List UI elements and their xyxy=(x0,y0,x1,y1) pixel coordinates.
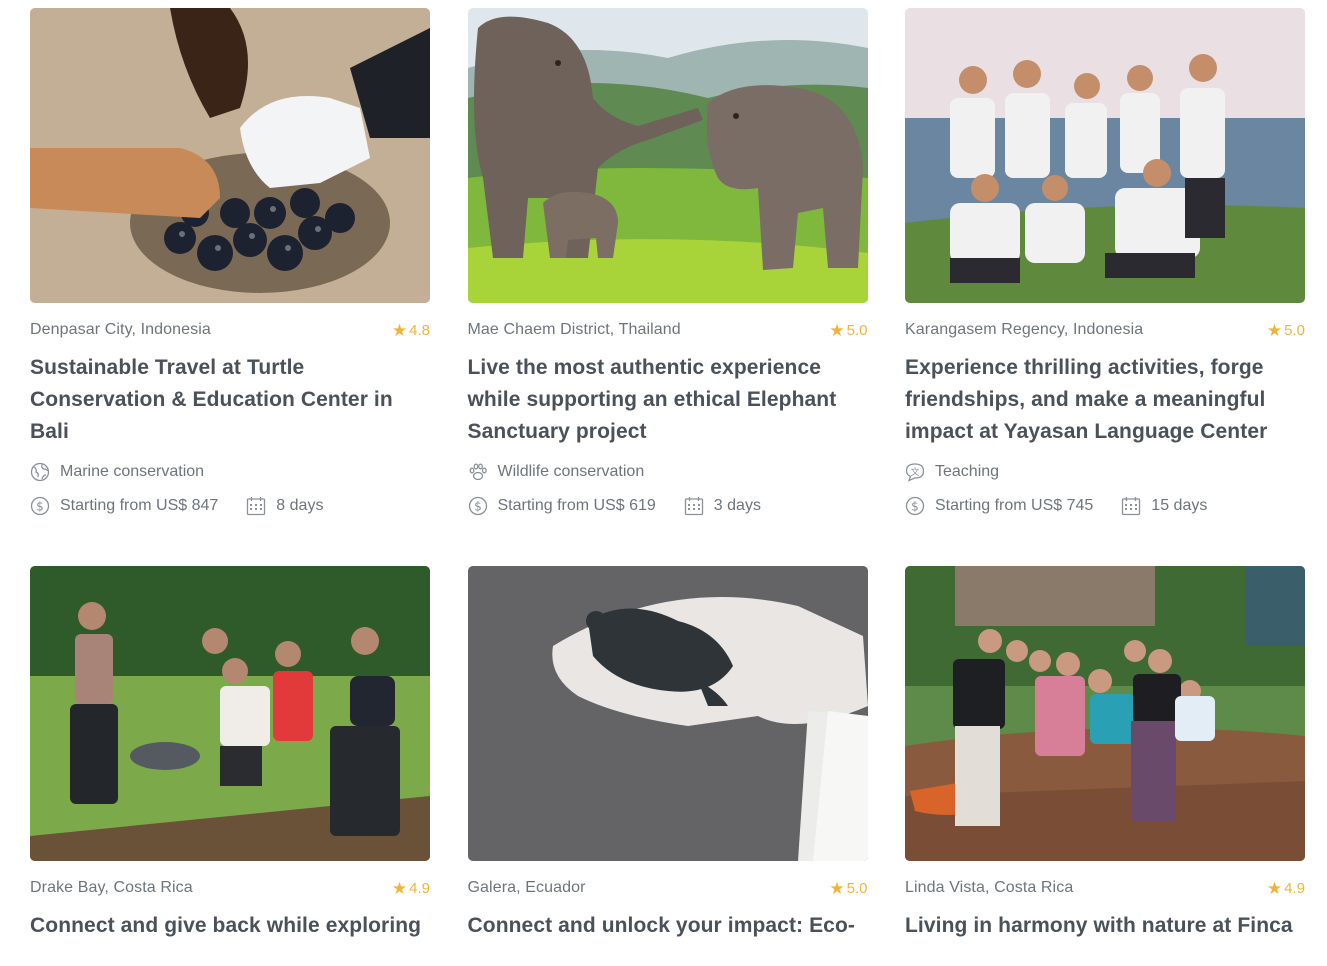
listing-card[interactable]: Karangasem Regency, Indonesia ★ 5.0 Expe… xyxy=(905,8,1305,566)
rating-value: 4.8 xyxy=(409,321,430,339)
listing-photo-turtle-eggs[interactable] xyxy=(30,8,430,303)
duration-label: 3 days xyxy=(713,497,761,514)
rating-value: 5.0 xyxy=(846,321,868,339)
listing-photo-volunteers-farm[interactable] xyxy=(30,566,430,861)
dollar-coin-icon: $ xyxy=(468,496,488,516)
duration-label: 15 days xyxy=(1151,497,1208,514)
listing-title[interactable]: Experience thrilling activities, forge f… xyxy=(905,352,1305,448)
duration-fact: 8 days xyxy=(246,496,323,516)
listing-title[interactable]: Connect and give back while exploring xyxy=(30,910,430,942)
duration-fact: 15 days xyxy=(1121,496,1207,516)
listing-category: Marine conservation xyxy=(30,462,430,482)
price-label: Starting from US$ 745 xyxy=(935,497,1094,514)
listing-rating: ★ 5.0 xyxy=(829,322,867,339)
star-icon: ★ xyxy=(829,878,845,898)
listing-location: Karangasem Regency, Indonesia xyxy=(905,321,1144,338)
rating-value: 5.0 xyxy=(846,879,868,897)
listing-rating: ★ 5.0 xyxy=(829,880,867,897)
rating-value: 4.9 xyxy=(1284,879,1305,897)
listing-card[interactable]: Linda Vista, Costa Rica ★ 4.9 Living in … xyxy=(905,566,1305,966)
listing-category: 文 Teaching xyxy=(905,462,1305,482)
calendar-icon xyxy=(1121,496,1141,516)
svg-text:文: 文 xyxy=(910,466,919,478)
rating-value: 5.0 xyxy=(1284,321,1305,339)
star-icon: ★ xyxy=(1266,878,1283,898)
dollar-coin-icon: $ xyxy=(905,496,925,516)
listing-title[interactable]: Sustainable Travel at Turtle Conservatio… xyxy=(30,352,430,448)
price-label: Starting from US$ 847 xyxy=(60,497,219,514)
listing-rating: ★ 4.9 xyxy=(392,880,430,897)
listing-rating: ★ 5.0 xyxy=(1267,322,1305,339)
listing-title[interactable]: Connect and unlock your impact: Eco- xyxy=(468,910,868,942)
calendar-icon xyxy=(246,496,266,516)
listing-title[interactable]: Living in harmony with nature at Finca xyxy=(905,910,1305,942)
listing-card[interactable]: Mae Chaem District, Thailand ★ 5.0 Live … xyxy=(467,8,868,566)
paw-icon xyxy=(468,462,488,482)
listing-location: Mae Chaem District, Thailand xyxy=(467,321,681,338)
listing-location: Denpasar City, Indonesia xyxy=(30,321,211,338)
rating-value: 4.9 xyxy=(409,879,430,897)
globe-icon xyxy=(30,462,50,482)
price-fact: $ Starting from US$ 847 xyxy=(30,496,218,516)
category-label: Marine conservation xyxy=(60,463,205,480)
listing-grid: Denpasar City, Indonesia ★ 4.8 Sustainab… xyxy=(30,8,1305,966)
price-fact: $ Starting from US$ 619 xyxy=(468,496,656,516)
listing-photo-elephants[interactable] xyxy=(467,8,868,303)
category-label: Teaching xyxy=(935,463,1000,480)
listing-title[interactable]: Live the most authentic experience while… xyxy=(468,352,868,448)
category-label: Wildlife conservation xyxy=(497,463,645,480)
listing-facts: $ Starting from US$ 745 15 days xyxy=(905,496,1305,516)
svg-text:$: $ xyxy=(911,500,919,514)
star-icon: ★ xyxy=(391,878,408,898)
price-fact: $ Starting from US$ 745 xyxy=(905,496,1093,516)
listing-photo-finca-group[interactable] xyxy=(905,566,1305,861)
listing-card[interactable]: Drake Bay, Costa Rica ★ 4.9 Connect and … xyxy=(30,566,430,966)
listing-card[interactable]: Galera, Ecuador ★ 5.0 Connect and unlock… xyxy=(467,566,868,966)
listing-rating: ★ 4.9 xyxy=(1267,880,1305,897)
calendar-icon xyxy=(684,496,704,516)
listing-location: Galera, Ecuador xyxy=(467,879,586,896)
chat-bubble-icon: 文 xyxy=(905,462,925,482)
star-icon: ★ xyxy=(1266,320,1283,340)
listing-card[interactable]: Denpasar City, Indonesia ★ 4.8 Sustainab… xyxy=(30,8,430,566)
star-icon: ★ xyxy=(391,320,408,340)
price-label: Starting from US$ 619 xyxy=(497,497,656,514)
listing-category: Wildlife conservation xyxy=(468,462,868,482)
listing-facts: $ Starting from US$ 847 8 days xyxy=(30,496,430,516)
duration-label: 8 days xyxy=(276,497,324,514)
listing-location: Linda Vista, Costa Rica xyxy=(905,879,1074,896)
listing-photo-baby-turtle[interactable] xyxy=(467,566,868,861)
listing-photo-group-by-sea[interactable] xyxy=(905,8,1305,303)
svg-text:$: $ xyxy=(36,500,44,514)
svg-text:$: $ xyxy=(474,500,482,514)
listing-facts: $ Starting from US$ 619 3 days xyxy=(468,496,868,516)
listing-rating: ★ 4.8 xyxy=(392,322,430,339)
duration-fact: 3 days xyxy=(684,496,761,516)
star-icon: ★ xyxy=(829,320,845,340)
dollar-coin-icon: $ xyxy=(30,496,50,516)
listing-location: Drake Bay, Costa Rica xyxy=(30,879,193,896)
